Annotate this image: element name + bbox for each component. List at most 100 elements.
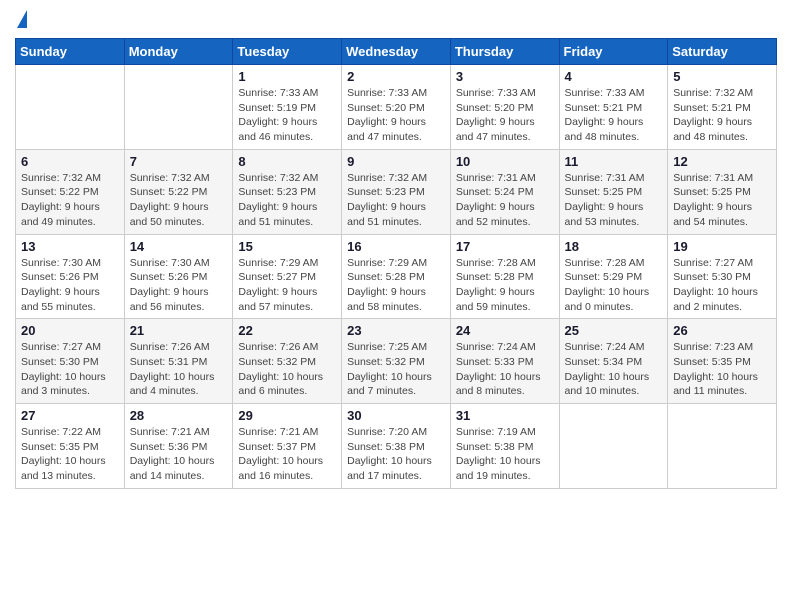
day-detail: Sunrise: 7:29 AM Sunset: 5:28 PM Dayligh…	[347, 256, 445, 315]
calendar-cell: 31Sunrise: 7:19 AM Sunset: 5:38 PM Dayli…	[450, 404, 559, 489]
day-of-week-header: Thursday	[450, 39, 559, 65]
day-number: 27	[21, 408, 119, 423]
day-detail: Sunrise: 7:21 AM Sunset: 5:37 PM Dayligh…	[238, 425, 336, 484]
day-detail: Sunrise: 7:22 AM Sunset: 5:35 PM Dayligh…	[21, 425, 119, 484]
day-detail: Sunrise: 7:32 AM Sunset: 5:23 PM Dayligh…	[347, 171, 445, 230]
calendar-cell: 7 Sunrise: 7:32 AM Sunset: 5:22 PM Daylig…	[124, 149, 233, 234]
day-number: 23	[347, 323, 445, 338]
day-number: 7	[130, 154, 228, 169]
day-number: 31	[456, 408, 554, 423]
calendar-cell: 5Sunrise: 7:32 AM Sunset: 5:21 PM Daylig…	[668, 65, 777, 150]
day-detail: Sunrise: 7:28 AM Sunset: 5:29 PM Dayligh…	[565, 256, 663, 315]
calendar-cell: 3 Sunrise: 7:33 AM Sunset: 5:20 PM Daylig…	[450, 65, 559, 150]
calendar-week-row: 13 Sunrise: 7:30 AM Sunset: 5:26 PM Dayli…	[16, 234, 777, 319]
calendar-cell: 4Sunrise: 7:33 AM Sunset: 5:21 PM Daylig…	[559, 65, 668, 150]
day-number: 3	[456, 69, 554, 84]
day-number: 9	[347, 154, 445, 169]
calendar-cell	[16, 65, 125, 150]
day-number: 24	[456, 323, 554, 338]
day-number: 22	[238, 323, 336, 338]
calendar-cell: 1 Sunrise: 7:33 AM Sunset: 5:19 PM Daylig…	[233, 65, 342, 150]
calendar-cell: 16Sunrise: 7:29 AM Sunset: 5:28 PM Dayli…	[342, 234, 451, 319]
day-number: 4	[565, 69, 663, 84]
day-detail: Sunrise: 7:20 AM Sunset: 5:38 PM Dayligh…	[347, 425, 445, 484]
calendar-cell: 23Sunrise: 7:25 AM Sunset: 5:32 PM Dayli…	[342, 319, 451, 404]
calendar-cell: 21Sunrise: 7:26 AM Sunset: 5:31 PM Dayli…	[124, 319, 233, 404]
day-detail: Sunrise: 7:32 AM Sunset: 5:22 PM Dayligh…	[130, 171, 228, 230]
calendar-cell: 13 Sunrise: 7:30 AM Sunset: 5:26 PM Dayli…	[16, 234, 125, 319]
calendar-cell: 22 Sunrise: 7:26 AM Sunset: 5:32 PM Dayli…	[233, 319, 342, 404]
day-detail: Sunrise: 7:33 AM Sunset: 5:20 PM Dayligh…	[456, 86, 554, 145]
day-of-week-header: Wednesday	[342, 39, 451, 65]
calendar-cell: 25Sunrise: 7:24 AM Sunset: 5:34 PM Dayli…	[559, 319, 668, 404]
calendar-cell: 17Sunrise: 7:28 AM Sunset: 5:28 PM Dayli…	[450, 234, 559, 319]
day-number: 14	[130, 239, 228, 254]
day-of-week-header: Tuesday	[233, 39, 342, 65]
day-detail: Sunrise: 7:31 AM Sunset: 5:25 PM Dayligh…	[565, 171, 663, 230]
day-number: 15	[238, 239, 336, 254]
calendar-cell: 27 Sunrise: 7:22 AM Sunset: 5:35 PM Dayli…	[16, 404, 125, 489]
day-of-week-header: Saturday	[668, 39, 777, 65]
day-number: 8	[238, 154, 336, 169]
day-detail: Sunrise: 7:27 AM Sunset: 5:30 PM Dayligh…	[673, 256, 771, 315]
calendar-cell	[559, 404, 668, 489]
day-number: 29	[238, 408, 336, 423]
calendar-week-row: 1 Sunrise: 7:33 AM Sunset: 5:19 PM Daylig…	[16, 65, 777, 150]
day-detail: Sunrise: 7:27 AM Sunset: 5:30 PM Dayligh…	[21, 340, 119, 399]
day-number: 1	[238, 69, 336, 84]
calendar-cell: 10 Sunrise: 7:31 AM Sunset: 5:24 PM Dayli…	[450, 149, 559, 234]
calendar-cell: 12Sunrise: 7:31 AM Sunset: 5:25 PM Dayli…	[668, 149, 777, 234]
day-detail: Sunrise: 7:26 AM Sunset: 5:32 PM Dayligh…	[238, 340, 336, 399]
day-detail: Sunrise: 7:30 AM Sunset: 5:26 PM Dayligh…	[21, 256, 119, 315]
day-number: 25	[565, 323, 663, 338]
day-detail: Sunrise: 7:33 AM Sunset: 5:19 PM Dayligh…	[238, 86, 336, 145]
calendar-header-row: SundayMondayTuesdayWednesdayThursdayFrid…	[16, 39, 777, 65]
calendar-cell: 14 Sunrise: 7:30 AM Sunset: 5:26 PM Dayli…	[124, 234, 233, 319]
header	[15, 10, 777, 30]
day-number: 10	[456, 154, 554, 169]
calendar-cell: 8Sunrise: 7:32 AM Sunset: 5:23 PM Daylig…	[233, 149, 342, 234]
day-of-week-header: Monday	[124, 39, 233, 65]
day-detail: Sunrise: 7:31 AM Sunset: 5:24 PM Dayligh…	[456, 171, 554, 230]
calendar-cell: 6 Sunrise: 7:32 AM Sunset: 5:22 PM Daylig…	[16, 149, 125, 234]
day-number: 6	[21, 154, 119, 169]
logo-triangle-icon	[17, 10, 27, 28]
calendar-cell: 2Sunrise: 7:33 AM Sunset: 5:20 PM Daylig…	[342, 65, 451, 150]
page: SundayMondayTuesdayWednesdayThursdayFrid…	[0, 0, 792, 612]
day-detail: Sunrise: 7:24 AM Sunset: 5:33 PM Dayligh…	[456, 340, 554, 399]
calendar-week-row: 6 Sunrise: 7:32 AM Sunset: 5:22 PM Daylig…	[16, 149, 777, 234]
calendar-cell: 30 Sunrise: 7:20 AM Sunset: 5:38 PM Dayli…	[342, 404, 451, 489]
day-detail: Sunrise: 7:23 AM Sunset: 5:35 PM Dayligh…	[673, 340, 771, 399]
day-detail: Sunrise: 7:32 AM Sunset: 5:22 PM Dayligh…	[21, 171, 119, 230]
day-number: 30	[347, 408, 445, 423]
calendar-cell: 29 Sunrise: 7:21 AM Sunset: 5:37 PM Dayli…	[233, 404, 342, 489]
day-number: 18	[565, 239, 663, 254]
day-number: 13	[21, 239, 119, 254]
day-number: 17	[456, 239, 554, 254]
day-detail: Sunrise: 7:32 AM Sunset: 5:21 PM Dayligh…	[673, 86, 771, 145]
calendar-cell: 9 Sunrise: 7:32 AM Sunset: 5:23 PM Daylig…	[342, 149, 451, 234]
calendar-cell: 24 Sunrise: 7:24 AM Sunset: 5:33 PM Dayli…	[450, 319, 559, 404]
calendar-cell: 26 Sunrise: 7:23 AM Sunset: 5:35 PM Dayli…	[668, 319, 777, 404]
calendar-cell: 28Sunrise: 7:21 AM Sunset: 5:36 PM Dayli…	[124, 404, 233, 489]
day-of-week-header: Sunday	[16, 39, 125, 65]
calendar-cell	[124, 65, 233, 150]
logo	[15, 10, 27, 30]
day-of-week-header: Friday	[559, 39, 668, 65]
day-detail: Sunrise: 7:30 AM Sunset: 5:26 PM Dayligh…	[130, 256, 228, 315]
calendar-cell: 11 Sunrise: 7:31 AM Sunset: 5:25 PM Dayli…	[559, 149, 668, 234]
day-number: 11	[565, 154, 663, 169]
calendar-cell	[668, 404, 777, 489]
day-number: 26	[673, 323, 771, 338]
day-number: 2	[347, 69, 445, 84]
day-detail: Sunrise: 7:26 AM Sunset: 5:31 PM Dayligh…	[130, 340, 228, 399]
calendar-table: SundayMondayTuesdayWednesdayThursdayFrid…	[15, 38, 777, 489]
calendar-cell: 15Sunrise: 7:29 AM Sunset: 5:27 PM Dayli…	[233, 234, 342, 319]
calendar-cell: 20 Sunrise: 7:27 AM Sunset: 5:30 PM Dayli…	[16, 319, 125, 404]
day-detail: Sunrise: 7:31 AM Sunset: 5:25 PM Dayligh…	[673, 171, 771, 230]
day-number: 28	[130, 408, 228, 423]
calendar-week-row: 20 Sunrise: 7:27 AM Sunset: 5:30 PM Dayli…	[16, 319, 777, 404]
calendar-cell: 19 Sunrise: 7:27 AM Sunset: 5:30 PM Dayli…	[668, 234, 777, 319]
day-number: 19	[673, 239, 771, 254]
day-number: 20	[21, 323, 119, 338]
